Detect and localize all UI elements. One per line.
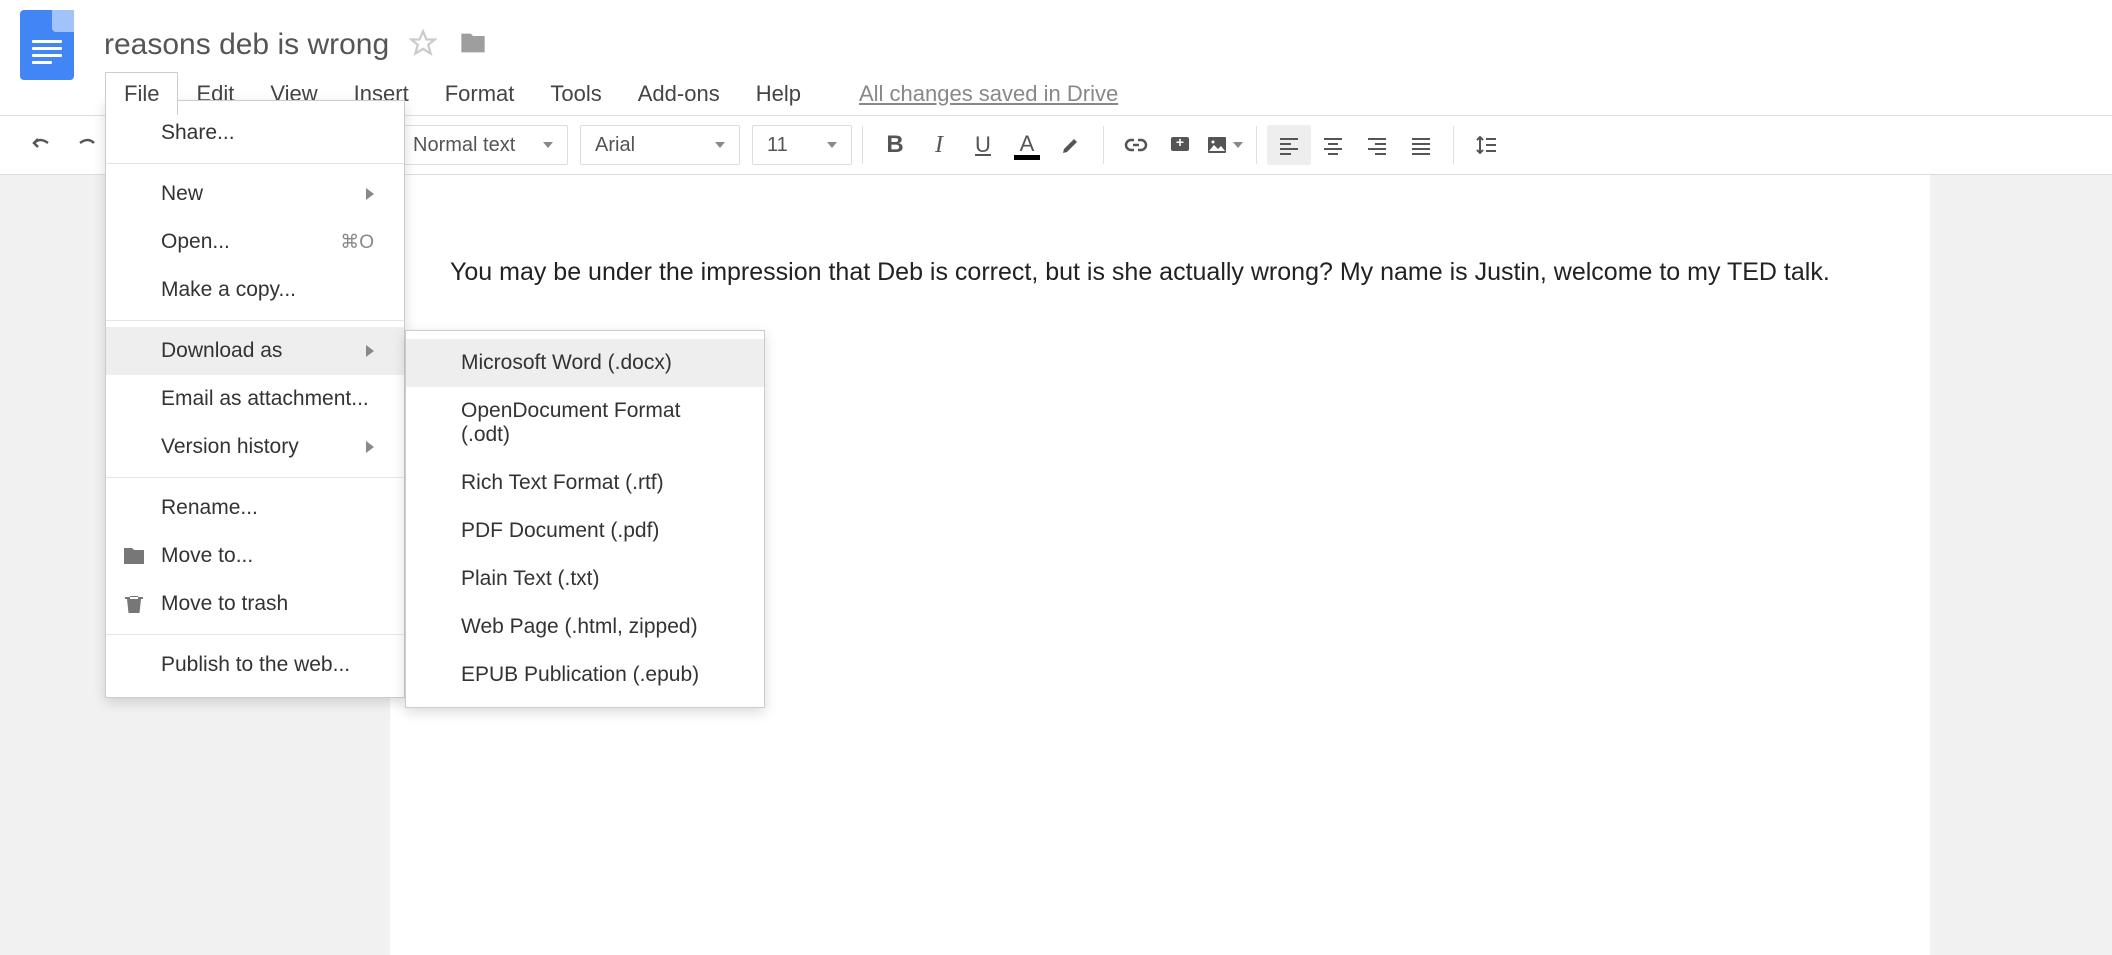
font-family-dropdown[interactable]: Arial: [580, 125, 740, 165]
chevron-right-icon: [366, 188, 374, 200]
file-menu-version-history[interactable]: Version history: [106, 423, 404, 471]
paragraph-style-label: Normal text: [413, 134, 515, 157]
paragraph-style-dropdown[interactable]: Normal text: [398, 125, 568, 165]
file-menu-move-to[interactable]: Move to...: [106, 532, 404, 580]
menu-tools[interactable]: Tools: [532, 73, 619, 115]
font-size-dropdown[interactable]: 11: [752, 125, 852, 165]
download-odt[interactable]: OpenDocument Format (.odt): [406, 387, 764, 459]
file-menu-share[interactable]: Share...: [106, 109, 404, 157]
shortcut-label: ⌘O: [340, 231, 374, 254]
file-menu-open[interactable]: Open...⌘O: [106, 218, 404, 266]
chevron-down-icon: [1233, 142, 1243, 148]
menu-addons[interactable]: Add-ons: [620, 73, 738, 115]
star-icon[interactable]: [409, 29, 437, 62]
file-menu-new[interactable]: New: [106, 170, 404, 218]
file-menu-rename[interactable]: Rename...: [106, 484, 404, 532]
align-right-button[interactable]: [1355, 125, 1399, 165]
trash-icon: [122, 592, 146, 616]
download-pdf[interactable]: PDF Document (.pdf): [406, 507, 764, 555]
file-menu-email-attachment[interactable]: Email as attachment...: [106, 375, 404, 423]
download-html[interactable]: Web Page (.html, zipped): [406, 603, 764, 651]
file-menu-move-to-trash[interactable]: Move to trash: [106, 580, 404, 628]
insert-comment-button[interactable]: +: [1158, 125, 1202, 165]
folder-icon: [122, 544, 146, 568]
chevron-down-icon: [543, 142, 553, 148]
file-menu-make-a-copy[interactable]: Make a copy...: [106, 266, 404, 314]
align-left-button[interactable]: [1267, 125, 1311, 165]
insert-link-button[interactable]: [1114, 125, 1158, 165]
align-center-button[interactable]: [1311, 125, 1355, 165]
insert-image-button[interactable]: [1202, 125, 1246, 165]
align-justify-button[interactable]: [1399, 125, 1443, 165]
svg-text:+: +: [1176, 134, 1184, 150]
download-txt[interactable]: Plain Text (.txt): [406, 555, 764, 603]
underline-button[interactable]: U: [961, 125, 1005, 165]
menu-file[interactable]: File: [105, 72, 178, 115]
menu-format[interactable]: Format: [427, 73, 533, 115]
save-status[interactable]: All changes saved in Drive: [859, 81, 1118, 107]
chevron-down-icon: [715, 142, 725, 148]
text-color-button[interactable]: A: [1005, 125, 1049, 165]
download-as-submenu: Microsoft Word (.docx) OpenDocument Form…: [405, 330, 765, 708]
undo-button[interactable]: [20, 125, 64, 165]
docs-logo-icon[interactable]: [20, 10, 74, 80]
line-spacing-button[interactable]: [1464, 125, 1508, 165]
chevron-right-icon: [366, 441, 374, 453]
document-body-text[interactable]: You may be under the impression that Deb…: [450, 255, 1870, 290]
download-rtf[interactable]: Rich Text Format (.rtf): [406, 459, 764, 507]
redo-button[interactable]: [64, 125, 108, 165]
chevron-down-icon: [827, 142, 837, 148]
document-title[interactable]: reasons deb is wrong: [104, 28, 389, 62]
font-size-label: 11: [767, 134, 788, 157]
download-docx[interactable]: Microsoft Word (.docx): [406, 339, 764, 387]
chevron-right-icon: [366, 345, 374, 357]
file-menu-dropdown: Share... New Open...⌘O Make a copy... Do…: [105, 100, 405, 698]
font-family-label: Arial: [595, 134, 635, 157]
menu-help[interactable]: Help: [738, 73, 819, 115]
bold-button[interactable]: B: [873, 125, 917, 165]
download-epub[interactable]: EPUB Publication (.epub): [406, 651, 764, 699]
header: reasons deb is wrong: [0, 0, 2112, 80]
highlight-color-button[interactable]: [1049, 125, 1093, 165]
file-menu-publish-web[interactable]: Publish to the web...: [106, 641, 404, 689]
folder-icon[interactable]: [457, 29, 489, 62]
italic-button[interactable]: I: [917, 125, 961, 165]
file-menu-download-as[interactable]: Download as: [106, 327, 404, 375]
